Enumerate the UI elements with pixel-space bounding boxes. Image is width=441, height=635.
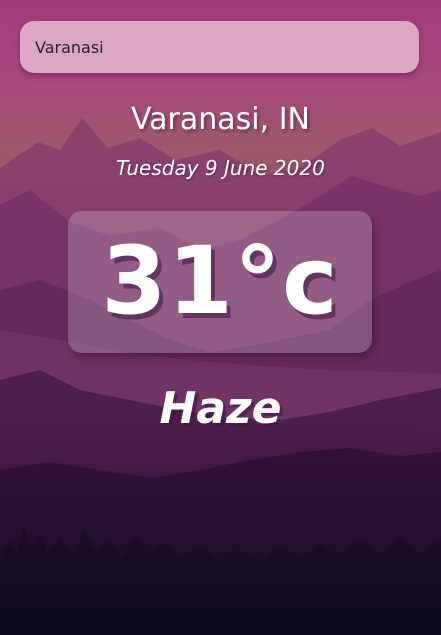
search-input[interactable]: [20, 21, 419, 73]
location-title: Varanasi, IN: [130, 102, 311, 137]
temperature-card: 31°c: [68, 211, 372, 353]
temperature-value: 31°c: [101, 227, 339, 336]
weather-condition: Haze: [159, 383, 282, 434]
current-date: Tuesday 9 June 2020: [116, 156, 325, 180]
